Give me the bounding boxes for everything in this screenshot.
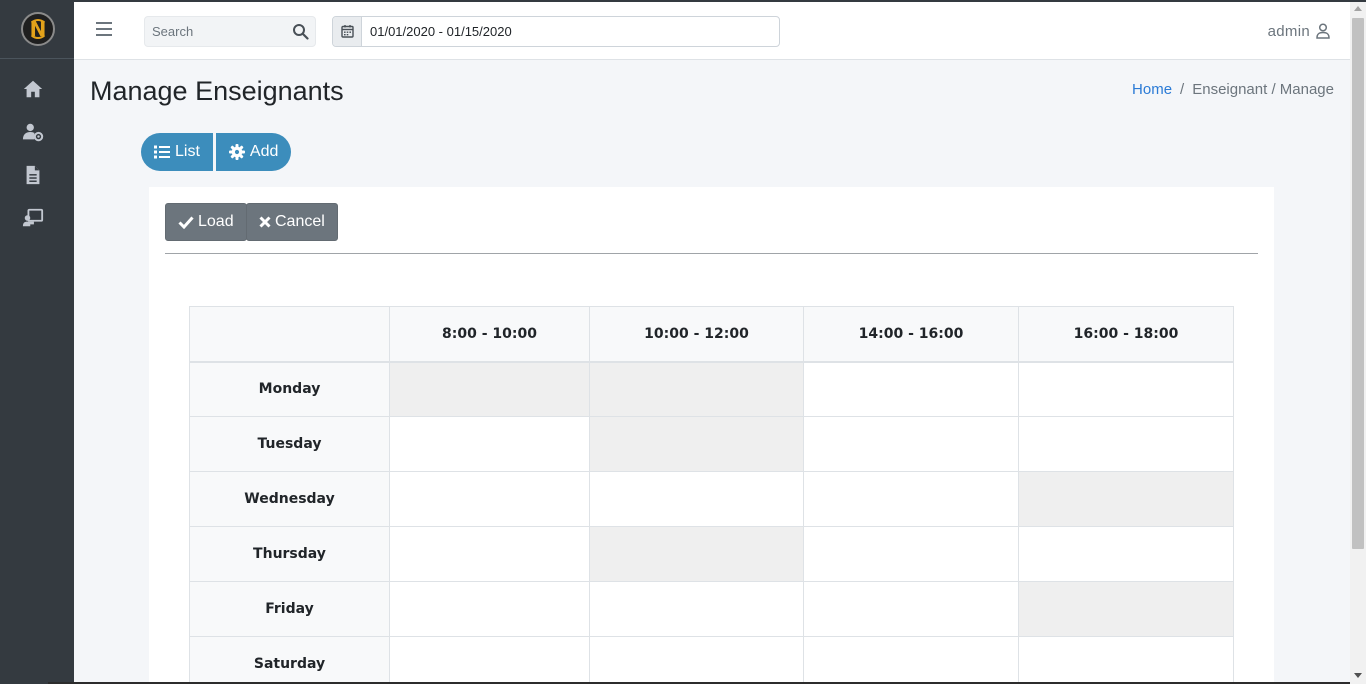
schedule-cell[interactable] [803,581,1019,637]
schedule-cell[interactable] [1018,471,1234,527]
top-navbar: admin [74,2,1350,60]
page-title: Manage Enseignants [90,76,344,106]
schedule-cell[interactable] [803,361,1019,417]
table-row: Friday [189,581,1234,637]
sidebar-item-documents[interactable] [22,164,44,186]
schedule-cell[interactable] [389,581,590,637]
gear-icon [228,144,245,160]
time-slot-header: 16:00 - 18:00 [1018,306,1234,363]
schedule-cell[interactable] [589,416,804,472]
schedule-cell[interactable] [1018,581,1234,637]
sidebar-item-users[interactable] [22,121,44,143]
search-input[interactable] [145,17,285,46]
schedule-cell[interactable] [389,416,590,472]
time-slot-header: 8:00 - 10:00 [389,306,590,363]
logo-letter-icon: N [29,17,47,41]
breadcrumb: Home / Enseignant / Manage [1132,81,1334,98]
sidebar-item-teachers[interactable] [22,207,44,229]
user-icon [1316,23,1330,39]
header-corner-cell [189,306,390,363]
schedule-cell[interactable] [1018,526,1234,582]
sidebar-item-home[interactable] [22,78,44,100]
date-range-picker [332,16,780,47]
schedule-cell[interactable] [389,361,590,417]
schedule-table: 8:00 - 10:00 10:00 - 12:00 14:00 - 16:00… [189,306,1234,684]
schedule-cell[interactable] [803,416,1019,472]
table-row: Thursday [189,526,1234,582]
time-slot-header: 14:00 - 16:00 [803,306,1019,363]
table-row: Saturday [189,636,1234,684]
close-icon [259,216,271,228]
list-button[interactable]: List [141,133,213,171]
breadcrumb-separator: / [1180,81,1185,98]
day-label: Thursday [189,526,390,582]
list-button-label: List [175,143,200,160]
schedule-cell[interactable] [389,636,590,684]
navbar-search [144,16,316,47]
schedule-cell[interactable] [803,526,1019,582]
day-label: Saturday [189,636,390,684]
table-row: Tuesday [189,416,1234,472]
schedule-cell[interactable] [589,361,804,417]
user-menu[interactable]: admin [1268,21,1330,41]
day-label: Tuesday [189,416,390,472]
schedule-cell[interactable] [803,636,1019,684]
sidebar: N [0,2,74,684]
card-divider [165,253,1258,254]
load-button-label: Load [198,213,234,230]
check-icon [178,216,194,229]
breadcrumb-current: Enseignant / Manage [1192,81,1334,98]
day-label: Monday [189,361,390,417]
schedule-cell[interactable] [589,636,804,684]
table-row: Wednesday [189,471,1234,527]
cancel-button-label: Cancel [275,213,325,230]
page-scrollbar[interactable] [1350,2,1366,684]
table-header-row: 8:00 - 10:00 10:00 - 12:00 14:00 - 16:00… [189,306,1234,363]
brand-logo[interactable]: N [21,12,55,46]
user-gear-icon [22,123,44,142]
schedule-cell[interactable] [1018,416,1234,472]
schedule-cell[interactable] [589,526,804,582]
time-slot-header: 10:00 - 12:00 [589,306,804,363]
day-label: Friday [189,581,390,637]
breadcrumb-home-link[interactable]: Home [1132,81,1172,98]
schedule-cell[interactable] [803,471,1019,527]
add-button-label: Add [249,143,279,160]
cancel-button[interactable]: Cancel [246,203,338,241]
load-button[interactable]: Load [165,203,247,241]
scroll-down-arrow-icon[interactable] [1354,673,1362,678]
search-icon[interactable] [292,23,309,40]
schedule-cell[interactable] [389,471,590,527]
schedule-cell[interactable] [589,471,804,527]
calendar-icon[interactable] [333,17,362,46]
list-icon [154,145,170,159]
scrollbar-thumb[interactable] [1352,18,1364,549]
home-icon [23,80,43,98]
schedule-card: Load Cancel 8:00 - 10:00 10:00 - 12:00 1… [149,187,1274,684]
document-icon [26,165,40,185]
sidebar-divider [0,58,74,59]
day-label: Wednesday [189,471,390,527]
user-name: admin [1267,22,1310,40]
schedule-cell[interactable] [389,526,590,582]
add-button[interactable]: Add [215,133,292,171]
view-toggle-group: List Add [141,133,292,171]
schedule-cell[interactable] [1018,636,1234,684]
schedule-cell[interactable] [1018,361,1234,417]
date-range-input[interactable] [362,17,778,46]
table-row: Monday [189,361,1234,417]
schedule-cell[interactable] [589,581,804,637]
scroll-up-arrow-icon[interactable] [1354,6,1362,11]
teacher-board-icon [22,208,44,227]
hamburger-menu-icon[interactable] [96,22,112,38]
